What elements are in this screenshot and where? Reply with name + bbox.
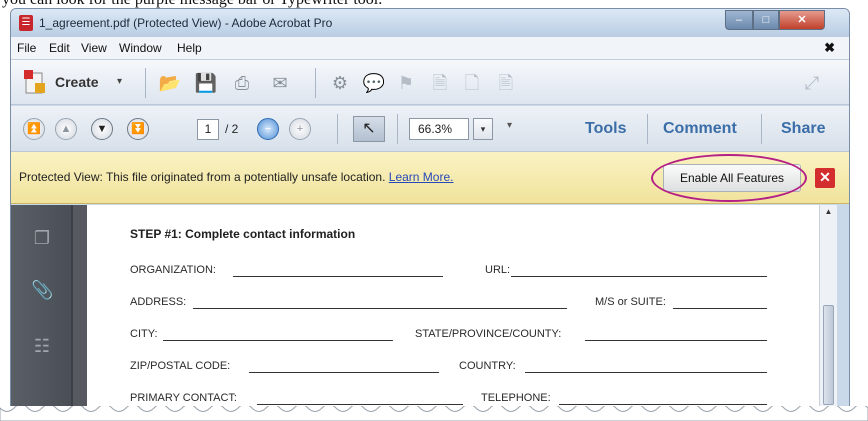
expand-icon[interactable]: ⤢: [799, 70, 825, 96]
page-number-input[interactable]: 1: [197, 119, 219, 140]
highlight-ring: [651, 154, 807, 202]
zip-label: ZIP/POSTAL CODE:: [130, 360, 231, 372]
main-toolbar: Create ▾ 📂 💾 ⎙ ✉ ⚙ 💬 ⚑ 🗎 🗋 🖹 ⤢: [11, 59, 849, 105]
city-field[interactable]: [163, 340, 393, 341]
email-icon[interactable]: ✉: [267, 70, 293, 96]
scroll-thumb[interactable]: [823, 305, 834, 405]
menu-file[interactable]: File: [17, 41, 36, 55]
menu-view[interactable]: View: [81, 41, 107, 55]
select-tool-icon[interactable]: ↖: [353, 116, 385, 142]
zip-field[interactable]: [249, 372, 439, 373]
city-label: CITY:: [130, 328, 158, 340]
telephone-field[interactable]: [559, 404, 767, 405]
acrobat-window: ☰ 1_agreement.pdf (Protected View) - Ado…: [10, 8, 850, 413]
menu-help[interactable]: Help: [177, 41, 202, 55]
attachments-icon[interactable]: 📎: [31, 279, 53, 301]
attach-comment-icon[interactable]: ⚑: [393, 70, 419, 96]
print-icon[interactable]: ⎙: [229, 70, 255, 96]
more-options-icon[interactable]: ▾: [507, 120, 512, 131]
primary-contact-label: PRIMARY CONTACT:: [130, 392, 237, 404]
close-window-button[interactable]: ✕: [779, 10, 825, 30]
torn-edge: [0, 406, 868, 421]
navigation-toolbar: ⏫ ▲ ▼ ⏬ 1 / 2 − + ↖ 66.3% ▾ ▾ Tools Comm…: [11, 106, 849, 152]
chevron-down-icon[interactable]: ▾: [117, 76, 122, 87]
tab-tools[interactable]: Tools: [585, 120, 626, 138]
last-page-icon[interactable]: ⏬: [127, 118, 149, 140]
acrobat-app-icon: ☰: [19, 15, 33, 31]
toolbar-divider: [397, 114, 398, 144]
create-pdf-icon[interactable]: [23, 69, 47, 95]
maximize-button[interactable]: □: [753, 10, 779, 30]
country-field[interactable]: [525, 372, 767, 373]
url-field[interactable]: [511, 276, 767, 277]
title-bar: ☰ 1_agreement.pdf (Protected View) - Ado…: [11, 9, 849, 37]
toolbar-divider: [315, 68, 316, 98]
zoom-in-icon[interactable]: +: [289, 118, 311, 140]
first-page-icon[interactable]: ⏫: [23, 118, 45, 140]
vertical-scrollbar[interactable]: ▲: [819, 205, 837, 412]
primary-contact-field[interactable]: [257, 404, 463, 405]
page-total: / 2: [225, 122, 239, 136]
menu-edit[interactable]: Edit: [49, 41, 70, 55]
protected-view-message: Protected View: This file originated fro…: [19, 170, 453, 184]
suite-label: M/S or SUITE:: [595, 296, 666, 308]
scroll-up-icon[interactable]: ▲: [820, 207, 837, 221]
export-icon[interactable]: 🗋: [459, 70, 485, 96]
previous-page-icon[interactable]: ▲: [55, 118, 77, 140]
telephone-label: TELEPHONE:: [481, 392, 551, 404]
save-icon[interactable]: 💾: [193, 70, 219, 96]
zoom-level-input[interactable]: 66.3%: [409, 118, 469, 140]
close-document-icon[interactable]: ✖: [824, 40, 835, 56]
toolbar-divider: [145, 68, 146, 98]
left-navigation-pane: ❐ 📎 ☷: [11, 205, 73, 412]
learn-more-link[interactable]: Learn More.: [389, 170, 454, 184]
menu-bar: File Edit View Window Help ✖: [11, 37, 849, 59]
toolbar-divider: [647, 114, 648, 144]
comment-icon[interactable]: 💬: [361, 70, 387, 96]
page-icon[interactable]: 🖹: [493, 70, 519, 96]
pdf-page: STEP #1: Complete contact information OR…: [87, 205, 819, 412]
page-thumbnails-icon[interactable]: ❐: [31, 227, 53, 249]
organization-field[interactable]: [233, 276, 443, 277]
country-label: COUNTRY:: [459, 360, 516, 372]
protected-view-text: Protected View: This file originated fro…: [19, 170, 386, 184]
url-label: URL:: [485, 264, 511, 276]
tab-comment[interactable]: Comment: [663, 120, 737, 138]
toolbar-divider: [337, 114, 338, 144]
create-button[interactable]: Create: [55, 74, 99, 90]
address-field[interactable]: [193, 308, 567, 309]
window-title: 1_agreement.pdf (Protected View) - Adobe…: [39, 16, 333, 30]
suite-field[interactable]: [673, 308, 767, 309]
toolbar-divider: [761, 114, 762, 144]
organization-label: ORGANIZATION:: [130, 264, 216, 276]
tab-share[interactable]: Share: [781, 120, 825, 138]
open-folder-icon[interactable]: 📂: [157, 70, 183, 96]
zoom-dropdown-icon[interactable]: ▾: [473, 118, 493, 140]
state-label: STATE/PROVINCE/COUNTY:: [415, 328, 562, 340]
minimize-button[interactable]: –: [725, 10, 753, 30]
close-icon[interactable]: ✕: [815, 168, 835, 188]
gear-icon[interactable]: ⚙: [327, 70, 353, 96]
address-label: ADDRESS:: [130, 296, 187, 308]
step-title: STEP #1: Complete contact information: [130, 227, 356, 241]
next-page-icon[interactable]: ▼: [91, 118, 113, 140]
state-field[interactable]: [585, 340, 767, 341]
signatures-icon[interactable]: ☷: [31, 335, 53, 357]
document-view: STEP #1: Complete contact information OR…: [73, 205, 819, 412]
protected-view-bar: Protected View: This file originated fro…: [11, 152, 849, 204]
zoom-out-icon[interactable]: −: [257, 118, 279, 140]
menu-window[interactable]: Window: [119, 41, 162, 55]
document-icon[interactable]: 🗎: [427, 70, 453, 96]
